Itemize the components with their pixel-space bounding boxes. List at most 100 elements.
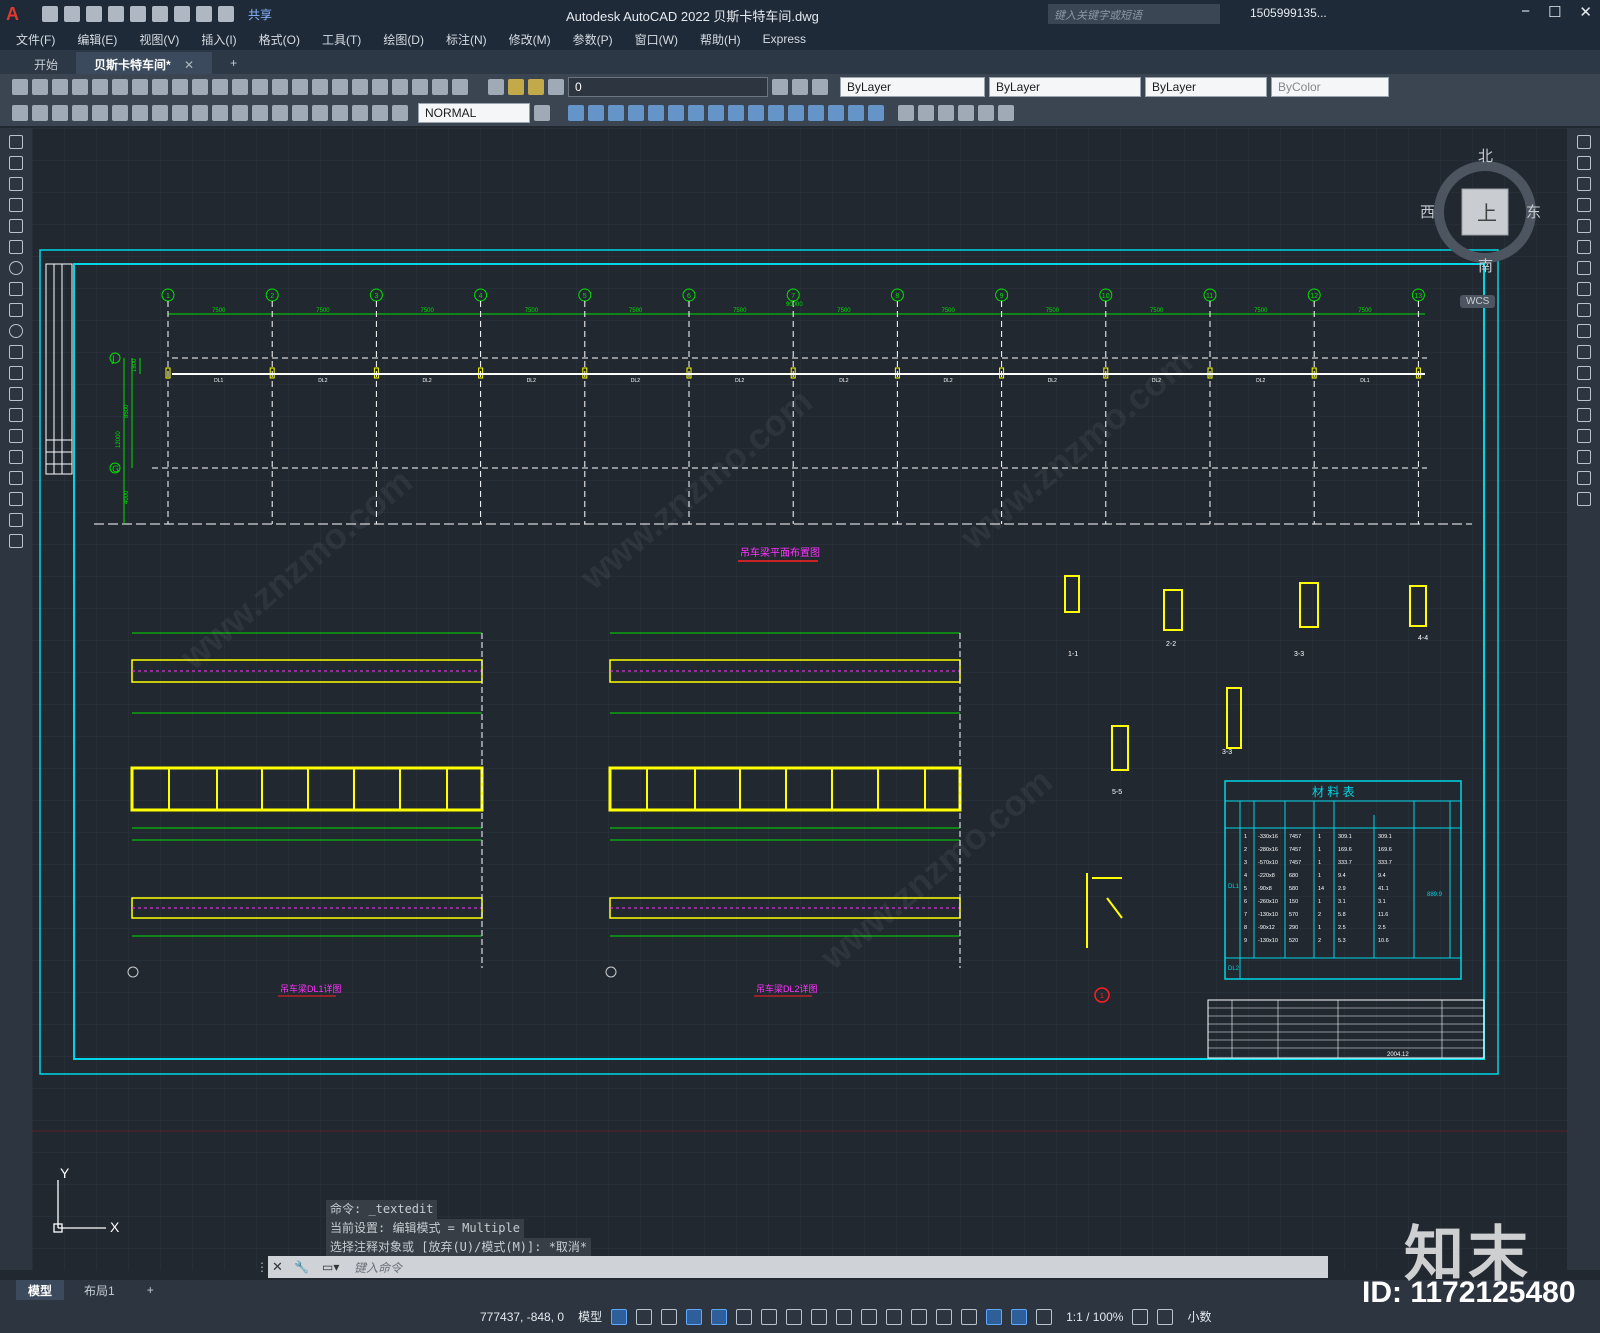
rotate-icon[interactable] — [1576, 261, 1591, 275]
polyline-icon[interactable] — [9, 177, 23, 191]
make-block-icon[interactable] — [9, 387, 23, 401]
construction-line-icon[interactable] — [9, 156, 23, 170]
layer-previous-icon[interactable] — [792, 79, 808, 95]
polar-tracking-icon[interactable] — [736, 1308, 753, 1325]
sheet-set-icon[interactable] — [392, 79, 408, 95]
dim-style-icon[interactable] — [534, 105, 550, 121]
make-current-layer-icon[interactable] — [772, 79, 788, 95]
polygon-icon[interactable] — [9, 198, 23, 212]
menu-insert[interactable]: 插入(I) — [201, 31, 236, 48]
trim-icon[interactable] — [748, 105, 764, 121]
new-tab-button[interactable]: + — [212, 52, 255, 74]
mirror-icon[interactable] — [608, 105, 624, 121]
menu-file[interactable]: 文件(F) — [16, 31, 55, 48]
maximize-icon[interactable]: ☐ — [1548, 3, 1561, 21]
color-dropdown[interactable]: ByLayer — [840, 77, 985, 97]
dynamic-input-icon[interactable] — [686, 1308, 703, 1325]
undo-icon[interactable] — [212, 79, 228, 95]
layer-lock-icon[interactable] — [548, 79, 564, 95]
layer-properties-icon[interactable] — [488, 79, 504, 95]
scale-icon[interactable] — [708, 105, 724, 121]
minimize-icon[interactable]: − — [1521, 3, 1530, 21]
gizmo-icon[interactable] — [986, 1308, 1003, 1325]
plus-icon[interactable] — [1157, 1308, 1174, 1325]
lineweight-icon[interactable] — [836, 1308, 853, 1325]
redo-icon[interactable] — [232, 79, 248, 95]
viewcube-west[interactable]: 西 — [1420, 201, 1435, 222]
baseline-dim-icon[interactable] — [192, 105, 208, 121]
scale-icon[interactable] — [1576, 282, 1591, 296]
add-layout-button[interactable]: + — [135, 1281, 166, 1299]
bring-front-icon[interactable] — [918, 105, 934, 121]
object-snap-tracking-icon[interactable] — [786, 1308, 803, 1325]
open-file-icon[interactable] — [64, 6, 80, 22]
extend-icon[interactable] — [768, 105, 784, 121]
save-icon[interactable] — [86, 6, 102, 22]
autocad-logo-icon[interactable]: A — [6, 2, 30, 26]
inspect-icon[interactable] — [312, 105, 328, 121]
viewcube[interactable]: 北 南 东 西 上 WCS — [1420, 148, 1544, 308]
copy-object-icon[interactable] — [588, 105, 604, 121]
dim-break-icon[interactable] — [252, 105, 268, 121]
array-icon[interactable] — [648, 105, 664, 121]
gradient-icon[interactable] — [9, 450, 23, 464]
rotate-icon[interactable] — [688, 105, 704, 121]
dim-space-icon[interactable] — [232, 105, 248, 121]
tab-model[interactable]: 模型 — [16, 1279, 65, 1301]
linear-dim-icon[interactable] — [12, 105, 28, 121]
save-web-icon[interactable] — [152, 6, 168, 22]
add-selected-icon[interactable] — [9, 534, 23, 548]
break-icon[interactable] — [788, 105, 804, 121]
menu-modify[interactable]: 修改(M) — [509, 31, 551, 48]
fillet-icon[interactable] — [1576, 450, 1591, 464]
center-mark-icon[interactable] — [292, 105, 308, 121]
recent-commands-icon[interactable]: ▭▾ — [322, 1260, 339, 1274]
plotstyle-dropdown[interactable]: ByColor — [1271, 77, 1389, 97]
angular-dim-icon[interactable] — [152, 105, 168, 121]
copy-icon[interactable] — [152, 79, 168, 95]
stretch-icon[interactable] — [1576, 303, 1591, 317]
layer-freeze-icon[interactable] — [528, 79, 544, 95]
erase-icon[interactable] — [568, 105, 584, 121]
jogged-linear-icon[interactable] — [332, 105, 348, 121]
tab-start[interactable]: 开始 — [16, 52, 76, 74]
join-icon[interactable] — [1576, 408, 1591, 422]
jogged-dim-icon[interactable] — [112, 105, 128, 121]
units-display[interactable]: 小数 — [1187, 1308, 1211, 1325]
menu-dimension[interactable]: 标注(N) — [446, 31, 487, 48]
fillet-icon[interactable] — [848, 105, 864, 121]
explode-icon[interactable] — [1576, 492, 1591, 506]
properties-icon[interactable] — [332, 79, 348, 95]
insert-block-icon[interactable] — [9, 366, 23, 380]
array-icon[interactable] — [1576, 219, 1591, 233]
menu-view[interactable]: 视图(V) — [139, 31, 179, 48]
undo-icon[interactable] — [196, 6, 212, 22]
dim-text-edit-icon[interactable] — [372, 105, 388, 121]
break-at-point-icon[interactable] — [1576, 366, 1591, 380]
pan-icon[interactable] — [252, 79, 268, 95]
mtext-icon[interactable] — [9, 513, 23, 527]
ellipse-arc-icon[interactable] — [9, 345, 23, 359]
close-command-icon[interactable]: ✕ — [272, 1259, 283, 1275]
viewcube-top[interactable]: 上 — [1477, 197, 1497, 226]
viewcube-north[interactable]: 北 — [1478, 145, 1493, 166]
table-icon[interactable] — [9, 492, 23, 506]
arc-length-icon[interactable] — [52, 105, 68, 121]
cut-icon[interactable] — [132, 79, 148, 95]
aligned-dim-icon[interactable] — [32, 105, 48, 121]
preview-icon[interactable] — [92, 79, 108, 95]
save-as-icon[interactable] — [108, 6, 124, 22]
chamfer-icon[interactable] — [828, 105, 844, 121]
copy-icon[interactable] — [1576, 156, 1591, 170]
3d-osnap-icon[interactable] — [911, 1308, 928, 1325]
annotation-visibility-icon[interactable] — [1011, 1308, 1028, 1325]
object-snap-icon[interactable] — [811, 1308, 828, 1325]
open-web-icon[interactable] — [130, 6, 146, 22]
erase-icon[interactable] — [1576, 135, 1591, 149]
design-center-icon[interactable] — [352, 79, 368, 95]
region-icon[interactable] — [9, 471, 23, 485]
radius-dim-icon[interactable] — [92, 105, 108, 121]
save-icon[interactable] — [52, 79, 68, 95]
infer-constraints-icon[interactable] — [661, 1308, 678, 1325]
dynamic-ucs-icon[interactable] — [936, 1308, 953, 1325]
